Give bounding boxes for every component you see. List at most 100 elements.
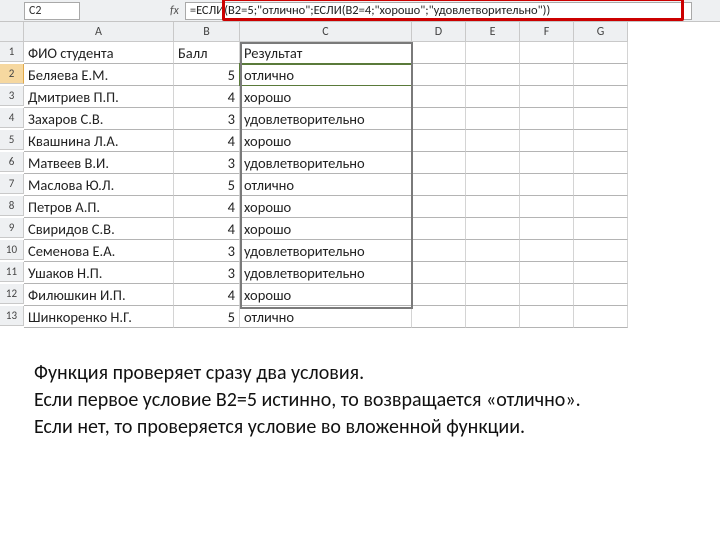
row-header-8[interactable]: 8 xyxy=(0,196,24,216)
cell-A1[interactable]: ФИО студента xyxy=(24,42,174,64)
cell-F9[interactable] xyxy=(520,218,574,240)
col-header-C[interactable]: C xyxy=(240,22,412,42)
select-all-corner[interactable] xyxy=(0,22,24,42)
row-header-7[interactable]: 7 xyxy=(0,174,24,194)
cell-A10[interactable]: Семенова Е.А. xyxy=(24,240,174,262)
cell-B4[interactable]: 3 xyxy=(174,108,240,130)
cell-E8[interactable] xyxy=(466,196,520,218)
cell-B11[interactable]: 3 xyxy=(174,262,240,284)
cell-G10[interactable] xyxy=(574,240,628,262)
cell-G12[interactable] xyxy=(574,284,628,306)
cell-G8[interactable] xyxy=(574,196,628,218)
cell-A8[interactable]: Петров А.П. xyxy=(24,196,174,218)
cell-A5[interactable]: Квашнина Л.А. xyxy=(24,130,174,152)
cell-G11[interactable] xyxy=(574,262,628,284)
cell-G5[interactable] xyxy=(574,130,628,152)
cell-C3[interactable]: хорошо xyxy=(240,86,412,108)
row-header-9[interactable]: 9 xyxy=(0,218,24,238)
cell-E11[interactable] xyxy=(466,262,520,284)
cell-F7[interactable] xyxy=(520,174,574,196)
cell-B8[interactable]: 4 xyxy=(174,196,240,218)
cell-D3[interactable] xyxy=(412,86,466,108)
formula-bar[interactable]: =ЕСЛИ(B2=5;"отлично";ЕСЛИ(B2=4;"хорошо";… xyxy=(185,2,692,20)
cell-F10[interactable] xyxy=(520,240,574,262)
cell-E12[interactable] xyxy=(466,284,520,306)
col-header-G[interactable]: G xyxy=(574,22,628,42)
cell-C4[interactable]: удовлетворительно xyxy=(240,108,412,130)
cell-F5[interactable] xyxy=(520,130,574,152)
cell-C1[interactable]: Результат xyxy=(240,42,412,64)
cell-C12[interactable]: хорошо xyxy=(240,284,412,306)
cell-A4[interactable]: Захаров С.В. xyxy=(24,108,174,130)
cell-B7[interactable]: 5 xyxy=(174,174,240,196)
cell-B2[interactable]: 5 xyxy=(174,64,240,86)
cell-E6[interactable] xyxy=(466,152,520,174)
cell-E9[interactable] xyxy=(466,218,520,240)
col-header-B[interactable]: B xyxy=(174,22,240,42)
cell-D8[interactable] xyxy=(412,196,466,218)
cell-D5[interactable] xyxy=(412,130,466,152)
cell-B6[interactable]: 3 xyxy=(174,152,240,174)
fx-icon[interactable]: fx xyxy=(170,4,179,18)
cell-D12[interactable] xyxy=(412,284,466,306)
cell-G2[interactable] xyxy=(574,64,628,86)
cell-G1[interactable] xyxy=(574,42,628,64)
cell-F1[interactable] xyxy=(520,42,574,64)
cell-E13[interactable] xyxy=(466,306,520,328)
cell-A2[interactable]: Беляева Е.М. xyxy=(24,64,174,86)
cell-D1[interactable] xyxy=(412,42,466,64)
cell-D7[interactable] xyxy=(412,174,466,196)
cell-B9[interactable]: 4 xyxy=(174,218,240,240)
row-header-4[interactable]: 4 xyxy=(0,108,24,128)
cell-G9[interactable] xyxy=(574,218,628,240)
row-header-1[interactable]: 1 xyxy=(0,42,24,62)
cell-E7[interactable] xyxy=(466,174,520,196)
col-header-D[interactable]: D xyxy=(412,22,466,42)
cell-F13[interactable] xyxy=(520,306,574,328)
cell-F3[interactable] xyxy=(520,86,574,108)
cell-D2[interactable] xyxy=(412,64,466,86)
cell-D10[interactable] xyxy=(412,240,466,262)
cell-E3[interactable] xyxy=(466,86,520,108)
cell-F6[interactable] xyxy=(520,152,574,174)
cell-C11[interactable]: удовлетворительно xyxy=(240,262,412,284)
cell-G7[interactable] xyxy=(574,174,628,196)
cell-C8[interactable]: хорошо xyxy=(240,196,412,218)
name-box[interactable]: C2 xyxy=(24,2,80,20)
cell-D9[interactable] xyxy=(412,218,466,240)
cell-D13[interactable] xyxy=(412,306,466,328)
col-header-F[interactable]: F xyxy=(520,22,574,42)
cell-E10[interactable] xyxy=(466,240,520,262)
cell-C13[interactable]: отлично xyxy=(240,306,412,328)
col-header-E[interactable]: E xyxy=(466,22,520,42)
row-header-3[interactable]: 3 xyxy=(0,86,24,106)
row-header-11[interactable]: 11 xyxy=(0,262,24,282)
cell-A11[interactable]: Ушаков Н.П. xyxy=(24,262,174,284)
row-header-13[interactable]: 13 xyxy=(0,306,24,326)
row-header-6[interactable]: 6 xyxy=(0,152,24,172)
row-header-5[interactable]: 5 xyxy=(0,130,24,150)
cell-C10[interactable]: удовлетворительно xyxy=(240,240,412,262)
cell-G6[interactable] xyxy=(574,152,628,174)
cell-E2[interactable] xyxy=(466,64,520,86)
cell-F4[interactable] xyxy=(520,108,574,130)
cell-B12[interactable]: 4 xyxy=(174,284,240,306)
cell-C9[interactable]: хорошо xyxy=(240,218,412,240)
cell-C7[interactable]: отлично xyxy=(240,174,412,196)
cell-C2[interactable]: отлично xyxy=(240,64,412,86)
cell-C6[interactable]: удовлетворительно xyxy=(240,152,412,174)
cell-F12[interactable] xyxy=(520,284,574,306)
cell-D11[interactable] xyxy=(412,262,466,284)
grid[interactable]: ABCDEFG1ФИО студентаБаллРезультат2Беляев… xyxy=(0,22,720,328)
row-header-10[interactable]: 10 xyxy=(0,240,24,260)
cell-A9[interactable]: Свиридов С.В. xyxy=(24,218,174,240)
cell-D4[interactable] xyxy=(412,108,466,130)
cell-B5[interactable]: 4 xyxy=(174,130,240,152)
cell-A3[interactable]: Дмитриев П.П. xyxy=(24,86,174,108)
cell-B10[interactable]: 3 xyxy=(174,240,240,262)
cell-E4[interactable] xyxy=(466,108,520,130)
cell-A7[interactable]: Маслова Ю.Л. xyxy=(24,174,174,196)
cell-G3[interactable] xyxy=(574,86,628,108)
cell-F11[interactable] xyxy=(520,262,574,284)
cell-A6[interactable]: Матвеев В.И. xyxy=(24,152,174,174)
